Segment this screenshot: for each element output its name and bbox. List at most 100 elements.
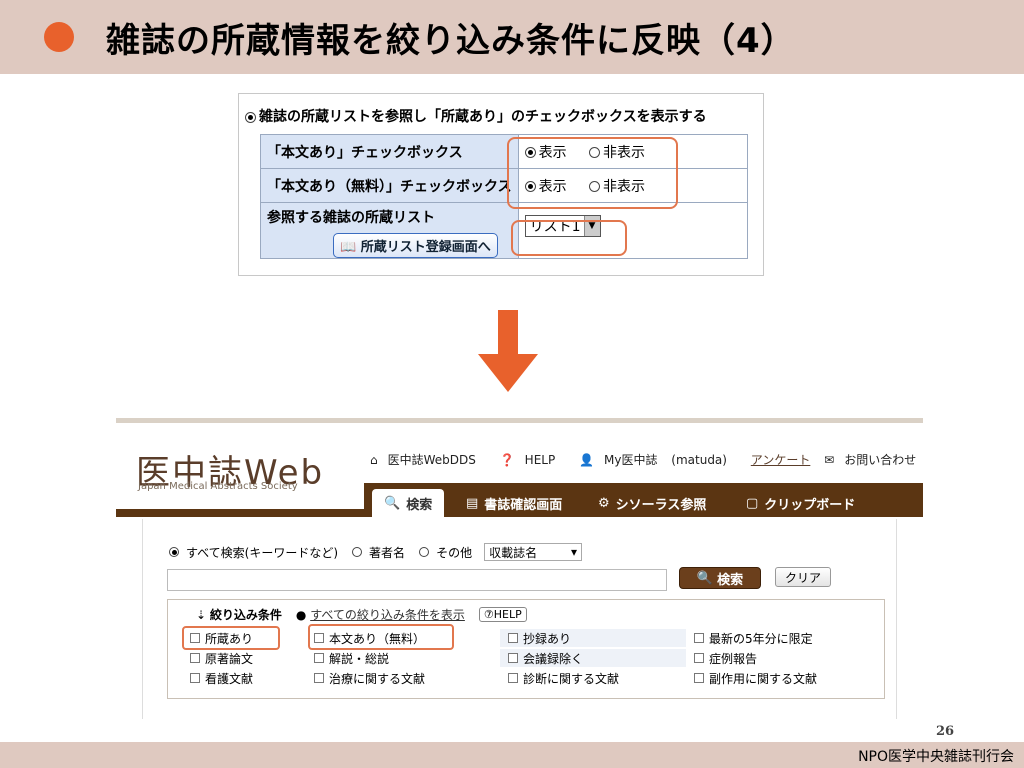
checkbox[interactable] xyxy=(314,653,324,663)
mail-icon: ✉ xyxy=(824,453,835,467)
filter-label: 最新の5年分に限定 xyxy=(709,631,813,646)
filter-row: 所蔵あり 本文あり（無料） 抄録あり 最新の5年分に限定 xyxy=(182,628,882,648)
tab-bar: 🔍 検索 ▤ 書誌確認画面 ⚙ シソーラス参照 ▢ クリップボード xyxy=(116,483,923,517)
checkbox[interactable] xyxy=(190,653,200,663)
book-icon: 📖 xyxy=(340,240,361,255)
top-nav: ⌂ 医中誌WebDDS ❓ HELP 👤 My医中誌 (matuda) アンケート ✉… xyxy=(370,451,923,468)
tab-label: クリップボード xyxy=(764,497,856,513)
radio-icon[interactable] xyxy=(419,547,430,557)
home-icon: ⌂ xyxy=(370,453,378,467)
field-select[interactable]: 収載誌名 ▾ xyxy=(484,543,583,561)
holdings-option[interactable]: 雑誌の所蔵リストを参照し「所蔵あり」のチェックボックスを表示する xyxy=(245,106,707,126)
user-icon: 👤 xyxy=(579,453,594,467)
checkbox[interactable] xyxy=(190,673,200,683)
filter-side-effect[interactable]: 副作用に関する文献 xyxy=(686,669,824,687)
tab-clipboard[interactable]: ▢ クリップボード xyxy=(746,489,855,517)
table-row: 参照する雑誌の所蔵リスト 📖 所蔵リスト登録画面へ リスト1 ▼ xyxy=(260,202,749,259)
filter-label: 診断に関する文献 xyxy=(523,671,620,686)
slide-footer: NPO医学中央雑誌刊行会 xyxy=(0,742,1024,768)
slide-title: 雑誌の所蔵情報を絞り込み条件に反映（4） xyxy=(106,20,796,61)
clear-button[interactable]: クリア xyxy=(775,567,831,587)
checkbox[interactable] xyxy=(314,673,324,683)
show-all-filters-link[interactable]: ● すべての絞り込み条件を表示 xyxy=(296,606,465,623)
search-input[interactable] xyxy=(167,569,667,591)
tab-bar-strip xyxy=(116,509,364,517)
mode-author-label: 著者名 xyxy=(369,545,406,560)
nav-contact[interactable]: ✉ お問い合わせ xyxy=(824,453,923,467)
filter-review[interactable]: 解説・総説 xyxy=(306,649,500,667)
highlight-box xyxy=(511,220,627,256)
highlight-box xyxy=(507,137,678,209)
list-cell: 参照する雑誌の所蔵リスト 📖 所蔵リスト登録画面へ xyxy=(260,202,519,259)
document-icon: ▤ xyxy=(466,495,479,511)
tab-label: シソーラス参照 xyxy=(615,497,707,513)
filter-diagnosis[interactable]: 診断に関する文献 xyxy=(500,669,686,687)
checkbox[interactable] xyxy=(508,653,518,663)
filter-icon: ⇣ xyxy=(196,608,210,622)
nav-survey[interactable]: アンケート xyxy=(751,453,811,467)
footer-text: NPO医学中央雑誌刊行会 xyxy=(858,749,1014,765)
search-button[interactable]: 🔍 検索 xyxy=(679,567,761,589)
checkbox[interactable] xyxy=(508,673,518,683)
filter-title-label: 絞り込み条件 xyxy=(209,608,282,622)
nav-dds[interactable]: ⌂ 医中誌WebDDS xyxy=(370,453,486,467)
search-icon: 🔍 xyxy=(696,570,714,586)
checkbox[interactable] xyxy=(694,673,704,683)
filter-row: 看護文献 治療に関する文献 診断に関する文献 副作用に関する文献 xyxy=(182,668,882,688)
chevron-down-icon: ▾ xyxy=(571,545,578,559)
checkbox[interactable] xyxy=(694,653,704,663)
page-number: 26 xyxy=(936,724,955,739)
holdings-option-label: 雑誌の所蔵リストを参照し「所蔵あり」のチェックボックスを表示する xyxy=(259,109,707,125)
bullet-icon xyxy=(44,22,74,52)
slide: 雑誌の所蔵情報を絞り込み条件に反映（4） 雑誌の所蔵リストを参照し「所蔵あり」の… xyxy=(0,0,1024,768)
button-label: 所蔵リスト登録画面へ xyxy=(360,240,491,255)
filter-label: 解説・総説 xyxy=(329,651,390,666)
highlight-box xyxy=(182,626,280,650)
list-label: 参照する雑誌の所蔵リスト xyxy=(267,210,435,226)
tab-thesaurus[interactable]: ⚙ シソーラス参照 xyxy=(598,489,706,517)
filter-treatment[interactable]: 治療に関する文献 xyxy=(306,669,500,687)
tab-bibliography[interactable]: ▤ 書誌確認画面 xyxy=(466,489,562,517)
filter-recent-5y[interactable]: 最新の5年分に限定 xyxy=(686,629,824,647)
filter-no-proceedings[interactable]: 会議録除く xyxy=(500,649,686,667)
filter-nursing[interactable]: 看護文献 xyxy=(182,669,306,687)
clipboard-icon: ▢ xyxy=(746,495,759,511)
filter-original[interactable]: 原著論文 xyxy=(182,649,306,667)
mode-all-label: すべて検索(キーワードなど) xyxy=(186,545,339,560)
filter-title: ⇣ 絞り込み条件 xyxy=(196,606,282,623)
search-area: すべて検索(キーワードなど) 著者名 その他 収載誌名 ▾ 🔍 検索 クリア ⇣ 絞… xyxy=(142,519,897,719)
filter-label: 副作用に関する文献 xyxy=(709,671,818,686)
nav-label: 医中誌WebDDS xyxy=(387,453,476,467)
nav-label: HELP xyxy=(524,453,556,467)
filter-label: 原著論文 xyxy=(205,651,254,666)
select-value: 収載誌名 xyxy=(489,545,538,560)
username: (matuda) xyxy=(671,453,727,467)
tab-search[interactable]: 🔍 検索 xyxy=(372,489,445,517)
radio-icon[interactable] xyxy=(352,547,363,557)
radio-icon[interactable] xyxy=(169,547,179,557)
free-fulltext-label: 「本文あり（無料）」チェックボックス xyxy=(260,168,519,203)
filter-row: 原著論文 解説・総説 会議録除く 症例報告 xyxy=(182,648,882,668)
help-icon: ❓ xyxy=(499,453,515,467)
nav-label: お問い合わせ xyxy=(844,453,917,467)
circle-arrow-icon: ● xyxy=(295,608,311,622)
tab-label: 書誌確認画面 xyxy=(484,497,563,513)
thesaurus-icon: ⚙ xyxy=(598,495,610,511)
filter-abstract[interactable]: 抄録あり xyxy=(500,629,686,647)
filter-header: ⇣ 絞り込み条件 ● すべての絞り込み条件を表示 ⑦HELP xyxy=(196,606,527,623)
radio-icon[interactable] xyxy=(245,111,256,123)
filter-grid: 所蔵あり 本文あり（無料） 抄録あり 最新の5年分に限定 原著論文 解説・総説 … xyxy=(182,628,882,688)
nav-help[interactable]: ❓ HELP xyxy=(500,453,565,467)
checkbox[interactable] xyxy=(508,633,518,643)
filter-help-button[interactable]: ⑦HELP xyxy=(478,607,527,622)
holdings-settings-panel: 雑誌の所蔵リストを参照し「所蔵あり」のチェックボックスを表示する 「本文あり」チ… xyxy=(238,93,764,276)
filter-box: ⇣ 絞り込み条件 ● すべての絞り込み条件を表示 ⑦HELP 所蔵あり 本文あり… xyxy=(167,599,885,699)
filter-label: 看護文献 xyxy=(205,671,254,686)
nav-my[interactable]: 👤 My医中誌 (matuda) xyxy=(579,453,737,467)
checkbox[interactable] xyxy=(694,633,704,643)
holdings-list-button[interactable]: 📖 所蔵リスト登録画面へ xyxy=(333,233,498,258)
button-label: HELP xyxy=(493,608,522,621)
filter-case-report[interactable]: 症例報告 xyxy=(686,649,824,667)
filter-label: 会議録除く xyxy=(523,651,584,666)
filter-label: 治療に関する文献 xyxy=(329,671,426,686)
